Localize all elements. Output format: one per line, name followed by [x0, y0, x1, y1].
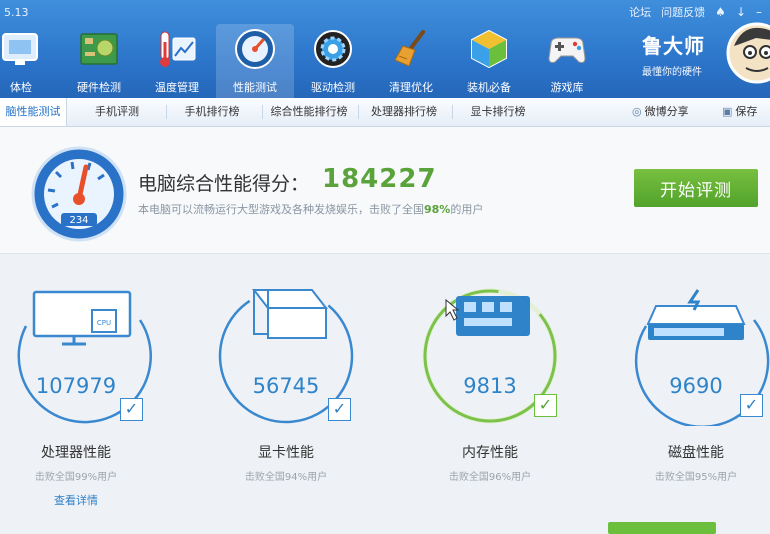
score-title: 电脑综合性能得分：: [138, 173, 310, 195]
camera-icon: ▣: [722, 105, 733, 118]
nav-item-performance[interactable]: 性能测试: [216, 24, 294, 98]
nav-label: 驱动检测: [311, 81, 355, 94]
memory-score-card[interactable]: 9813 ✓ 内存性能 击败全国96%用户: [420, 286, 580, 526]
top-links: 论坛 问题反馈 ♠ ↓ –: [629, 4, 762, 20]
cpu-details-link[interactable]: 查看详情: [6, 492, 146, 508]
disk-score-card[interactable]: 9690 ✓ 磁盘性能 击败全国95%用户: [626, 286, 770, 526]
disk-check-icon: ✓: [740, 394, 763, 417]
tab-pc-performance[interactable]: 脑性能测试: [0, 98, 67, 126]
tab-cpu-ranking[interactable]: 处理器排行榜: [362, 98, 446, 126]
score-percent: 98%: [424, 203, 451, 216]
disk-rank-text: 击败全国95%用户: [654, 472, 738, 483]
svg-text:CPU: CPU: [97, 319, 111, 327]
tab-separator: [262, 105, 263, 119]
brand: 鲁大师 最懂你的硬件: [642, 30, 705, 78]
gamepad-icon: [548, 37, 586, 63]
cpu-score-value: 107979: [35, 374, 117, 398]
tab-phone-review[interactable]: 手机评测: [78, 98, 156, 126]
nav-label: 硬件检测: [77, 81, 121, 94]
gpu-score-label: 显卡性能: [258, 445, 314, 461]
weibo-icon: ◎: [632, 105, 642, 118]
score-description-suffix: 的用户: [450, 203, 484, 216]
bottom-action-button[interactable]: [608, 522, 716, 534]
weibo-share-label: 微博分享: [644, 105, 689, 118]
nav-label: 游戏库: [550, 81, 584, 94]
memory-check-icon: ✓: [534, 394, 557, 417]
memory-rank-text: 击败全国96%用户: [448, 472, 532, 483]
nav-label: 体检: [10, 81, 32, 94]
overall-score-panel: 234 电脑综合性能得分： 184227 本电脑可以流畅运行大型游戏及各种发烧娱…: [0, 127, 770, 254]
nav-item-driver[interactable]: 驱动检测: [294, 24, 372, 98]
overall-score-value: 184227: [322, 164, 437, 194]
brand-slogan: 最懂你的硬件: [642, 67, 702, 78]
memory-score-label: 内存性能: [462, 445, 518, 461]
cpu-rank-text: 击败全国99%用户: [34, 472, 118, 483]
weibo-share-button[interactable]: ◎ 微博分享: [632, 98, 689, 126]
nav-item-games[interactable]: 游戏库: [528, 24, 606, 98]
nav-item-temperature[interactable]: 温度管理: [138, 24, 216, 98]
cpu-score-label: 处理器性能: [41, 445, 111, 461]
cpu-score-card[interactable]: CPU 107979 ✓ 处理器性能 击败全国99%用户 查看详情: [6, 286, 166, 526]
sub-tab-bar: 脑性能测试 手机评测 手机排行榜 综合性能排行榜 处理器排行榜 显卡排行榜 ◎ 微…: [0, 98, 770, 127]
speedometer-icon: [235, 29, 275, 69]
tab-separator: [452, 105, 453, 119]
nav-label: 性能测试: [233, 81, 277, 94]
nav-item-hardware[interactable]: 硬件检测: [60, 24, 138, 98]
forum-link[interactable]: 论坛: [629, 4, 651, 20]
cube-icon: [471, 29, 507, 69]
cpu-check-icon: ✓: [120, 398, 143, 421]
gear-icon: [314, 30, 352, 68]
start-benchmark-button[interactable]: 开始评测: [634, 169, 758, 207]
version-label: 5.13: [4, 6, 29, 19]
brand-name: 鲁大师: [642, 34, 705, 58]
mascot-avatar-icon: [726, 22, 770, 84]
gpu-score-value: 56745: [252, 374, 320, 398]
tab-gpu-ranking[interactable]: 显卡排行榜: [456, 98, 540, 126]
performance-gauge-icon: 234: [31, 146, 127, 242]
disk-score-label: 磁盘性能: [668, 445, 724, 461]
nav-item-essentials[interactable]: 装机必备: [450, 24, 528, 98]
feedback-link[interactable]: 问题反馈: [661, 4, 705, 20]
monitor-icon: [2, 33, 38, 65]
menu-icon[interactable]: ↓: [736, 5, 746, 19]
nav-item-clean[interactable]: 清理优化: [372, 24, 450, 98]
nav-item-checkup[interactable]: 体检: [0, 24, 60, 98]
skin-icon[interactable]: ♠: [715, 5, 726, 19]
thermometer-icon: [160, 31, 196, 67]
score-description-text: 本电脑可以流畅运行大型游戏及各种发烧娱乐，击败了全国: [138, 203, 424, 216]
minimize-icon[interactable]: –: [756, 5, 762, 19]
nav-label: 清理优化: [389, 81, 433, 94]
app-header: 5.13 论坛 问题反馈 ♠ ↓ – 体检 硬件检测 温度管理 性能测试 驱动检…: [0, 0, 770, 98]
save-button[interactable]: ▣ 保存: [722, 98, 757, 126]
nav-label: 装机必备: [467, 81, 511, 94]
gauge-readout: 234: [69, 215, 88, 226]
save-label: 保存: [735, 105, 758, 118]
tab-phone-ranking[interactable]: 手机排行榜: [170, 98, 254, 126]
circuit-board-icon: [80, 33, 118, 65]
tab-separator: [358, 105, 359, 119]
gpu-score-card[interactable]: 56745 ✓ 显卡性能 击败全国94%用户: [216, 286, 376, 526]
nav-label: 温度管理: [155, 81, 199, 94]
main-nav: 体检 硬件检测 温度管理 性能测试 驱动检测 清理优化 装机必备 游戏库: [0, 24, 606, 98]
broom-icon: [394, 30, 425, 67]
tab-overall-ranking[interactable]: 综合性能排行榜: [264, 98, 354, 126]
tab-separator: [166, 105, 167, 119]
gpu-check-icon: ✓: [328, 398, 351, 421]
score-description: 本电脑可以流畅运行大型游戏及各种发烧娱乐，击败了全国98%的用户: [138, 201, 483, 217]
gpu-rank-text: 击败全国94%用户: [244, 472, 328, 483]
graphics-card-icon: [218, 288, 354, 424]
